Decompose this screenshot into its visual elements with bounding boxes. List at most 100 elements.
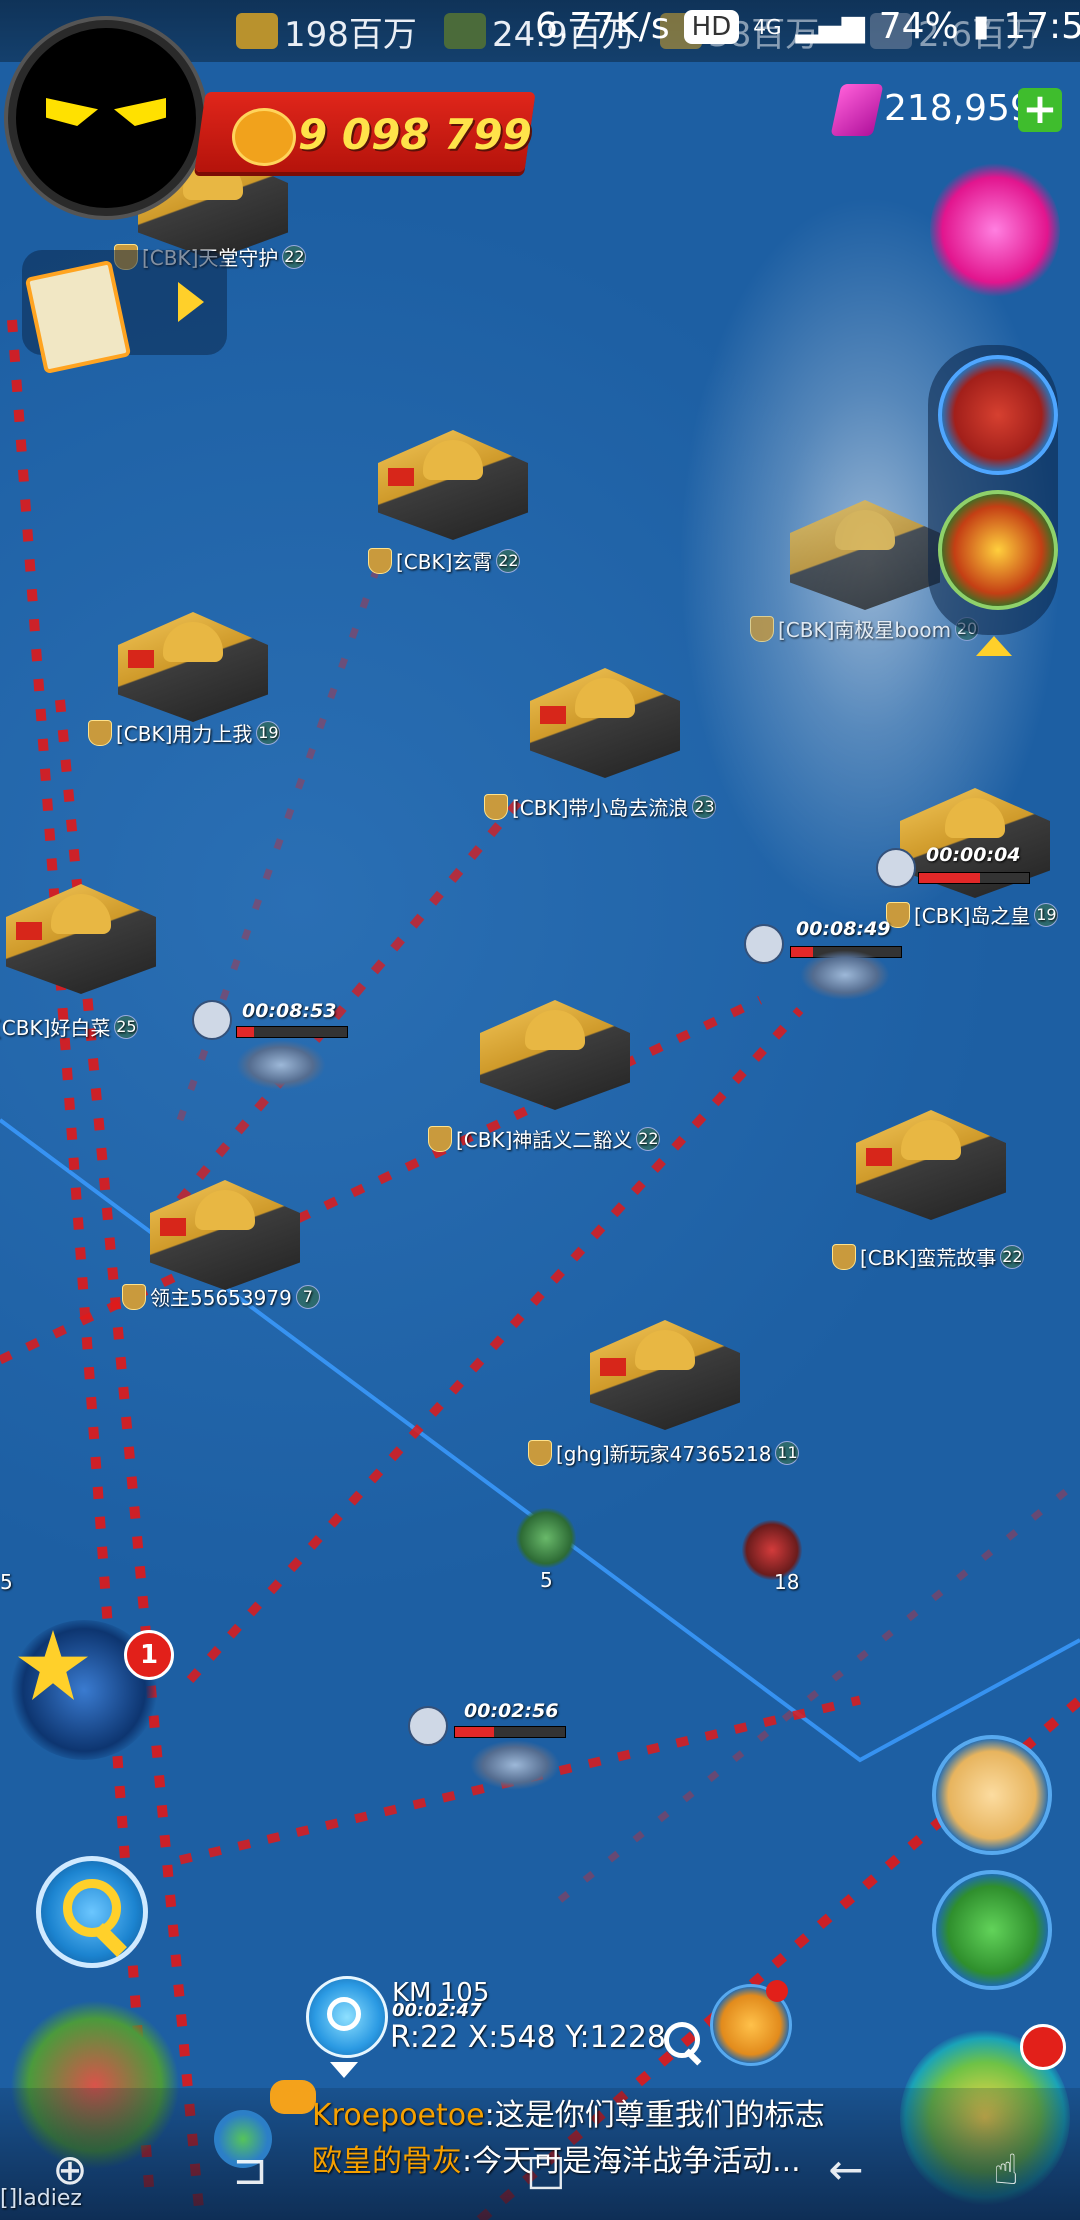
upgrade-button[interactable]: [932, 1870, 1052, 1990]
flag-icon: [388, 468, 414, 486]
base-name: [CBK]用力上我: [116, 722, 253, 746]
magnifier-icon: [63, 1879, 121, 1937]
expand-arrow-icon[interactable]: [178, 282, 204, 322]
base-label: [CBK]神話义二豁义 22: [428, 1124, 661, 1153]
chevron-down-icon[interactable]: [330, 2062, 358, 2078]
flag-icon: [16, 922, 42, 940]
flag-icon: [866, 1148, 892, 1166]
base-name: [ghg]新玩家47365218: [556, 1442, 772, 1466]
alert-badge: [1020, 2024, 1066, 2070]
base-level: 19: [256, 720, 281, 745]
search-button[interactable]: [36, 1856, 148, 1968]
recents-icon[interactable]: ⊐: [220, 2140, 280, 2200]
march-timer: 00:00:04: [926, 844, 1021, 866]
chat-message: :今天可是海洋战争活动...: [462, 2144, 801, 2179]
back-icon[interactable]: ←: [816, 2140, 876, 2200]
chat-line: Kroepoetoe:这是你们尊重我们的标志: [312, 2090, 825, 2134]
battery-percent: 74%: [878, 6, 959, 47]
rank-shield-icon: [528, 1439, 552, 1466]
base-name: [CBK]南极星boom: [778, 618, 952, 642]
base-level: 11: [775, 1440, 800, 1465]
base-label: [CBK]好白菜 25: [0, 1012, 139, 1041]
rank-shield-icon: [428, 1125, 452, 1152]
crosshair-icon: [327, 1997, 361, 2031]
notification-badge: 1: [124, 1630, 174, 1680]
chat-sender: 欧皇的骨灰: [312, 2144, 462, 2179]
hd-badge: HD: [683, 9, 740, 44]
flag-icon: [160, 1218, 186, 1236]
eagle-medal-icon: [232, 108, 296, 166]
fleet-ships[interactable]: [236, 1040, 326, 1090]
fleet-marker-icon[interactable]: [192, 1000, 232, 1040]
collapse-arrow-icon[interactable]: [976, 636, 1012, 656]
base-label: [ghg]新玩家47365218 11: [528, 1438, 800, 1467]
route-line: [0, 995, 762, 1365]
server-time: 00:02:47: [392, 2000, 482, 2021]
fleet-marker-icon[interactable]: [744, 924, 784, 964]
rank-shield-icon: [484, 793, 508, 820]
alert-badge: [766, 1980, 788, 2002]
net-speed: 6.77K/s: [535, 6, 670, 47]
treasure-chest-icon[interactable]: [930, 160, 1060, 300]
clock: 17:58: [1003, 6, 1080, 47]
rank-shield-icon: [122, 1283, 146, 1310]
chat-sender: Kroepoetoe: [312, 2098, 485, 2133]
touch-icon[interactable]: ☝: [976, 2140, 1036, 2200]
coordinates: R:22 X:548 Y:1228: [390, 2020, 666, 2055]
base-label: [CBK]用力上我 19: [88, 718, 281, 747]
fleet-ships[interactable]: [470, 1740, 560, 1790]
network-type: 4G: [753, 14, 782, 39]
base-level: 22: [496, 548, 521, 573]
base-label: [CBK]南极星boom 20: [750, 614, 980, 643]
base-name: 领主55653979: [150, 1286, 292, 1310]
base-name: [CBK]玄霄: [396, 550, 493, 574]
rank-shield-icon: [368, 547, 392, 574]
base-label: 领主55653979 7: [122, 1282, 320, 1311]
tower-event-icon[interactable]: [938, 355, 1058, 475]
signal-icon: ▂▄▆: [795, 9, 865, 44]
add-gems-button[interactable]: +: [1018, 88, 1062, 132]
fleet-marker-icon[interactable]: [408, 1706, 448, 1746]
fuel-icon: [444, 13, 486, 49]
rank-shield-icon: [88, 719, 112, 746]
player-avatar[interactable]: [8, 20, 204, 216]
gem-value: 218,959: [884, 88, 1033, 129]
oil-resource[interactable]: 198百万: [236, 10, 417, 55]
system-status: 6.77K/s HD 4G ▂▄▆ 74% ▮ 17:58: [535, 6, 1080, 47]
chat-bubble-icon[interactable]: [270, 2080, 316, 2114]
base-name: [CBK]好白菜: [0, 1016, 111, 1040]
oil-value: 198百万: [284, 14, 417, 55]
base-level: 22: [636, 1126, 661, 1151]
gift-box-event-icon[interactable]: [938, 490, 1058, 610]
rank-shield-icon: [750, 615, 774, 642]
unit-count: 18: [774, 1570, 800, 1594]
power-value: 9 098 799: [298, 110, 532, 159]
march-progress: [236, 1026, 348, 1038]
march-progress: [454, 1726, 566, 1738]
base-level: 7: [295, 1284, 320, 1309]
gamepad-icon[interactable]: ⊕: [40, 2140, 100, 2200]
coordinate-search-icon[interactable]: [664, 2022, 700, 2058]
fleet-ships[interactable]: [800, 950, 890, 1000]
home-icon[interactable]: □: [516, 2140, 576, 2200]
base-level: 22: [282, 244, 307, 269]
base-name: [CBK]神話义二豁义: [456, 1128, 633, 1152]
fleet-marker-icon[interactable]: [876, 848, 916, 888]
flag-icon: [600, 1358, 626, 1376]
base-level: 19: [1034, 902, 1059, 927]
base-label: [CBK]蛮荒故事 22: [832, 1242, 1025, 1271]
base-label: [CBK]带小岛去流浪 23: [484, 792, 717, 821]
green-unit[interactable]: [516, 1508, 576, 1568]
base-label: [CBK]玄霄 22: [368, 546, 521, 575]
base-label: [CBK]岛之皇 19: [886, 900, 1059, 929]
unit-count: 5: [540, 1568, 553, 1592]
base-name: [CBK]岛之皇: [914, 904, 1031, 928]
flag-icon: [540, 706, 566, 724]
base-level: 25: [114, 1014, 139, 1039]
mail-button[interactable]: [932, 1735, 1052, 1855]
flag-icon: [128, 650, 154, 668]
locate-button[interactable]: [306, 1976, 388, 2058]
battery-icon: ▮: [972, 9, 990, 44]
march-timer: 00:08:53: [242, 1000, 337, 1022]
chat-message: :这是你们尊重我们的标志: [484, 2098, 825, 2133]
